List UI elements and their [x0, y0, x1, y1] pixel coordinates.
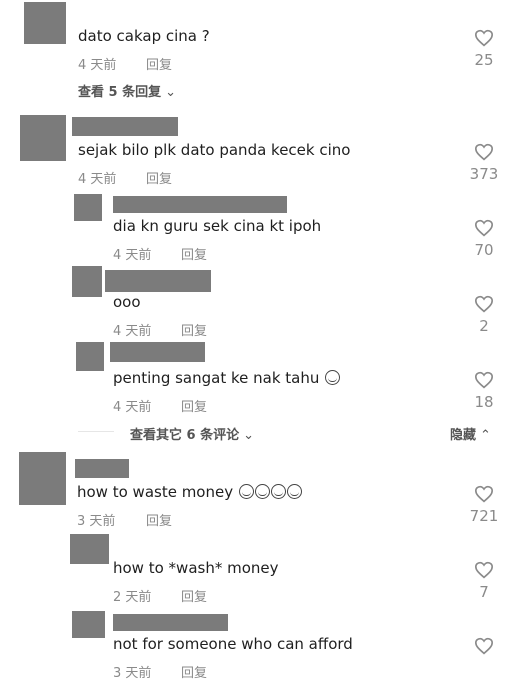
username-redacted[interactable] [75, 459, 129, 478]
chevron-up-icon: ⌃ [480, 428, 491, 443]
heart-outline-icon[interactable] [474, 561, 494, 579]
divider [78, 431, 114, 432]
chevron-down-icon: ⌄ [165, 85, 177, 100]
comment-time: 4 天前 [78, 58, 117, 73]
avatar-redacted[interactable] [20, 115, 66, 161]
avatar-redacted[interactable] [72, 611, 105, 638]
heart-outline-icon[interactable] [474, 295, 494, 313]
reply-text: penting sangat ke nak tahu [113, 369, 341, 387]
laughing-emoji-icon [238, 484, 254, 499]
heart-outline-icon[interactable] [474, 29, 494, 47]
like-count: 721 [469, 507, 499, 525]
username-redacted[interactable] [105, 270, 211, 292]
laughing-emoji-icon [325, 370, 341, 385]
reply-time: 4 天前 [113, 400, 152, 415]
comment-text-content: how to waste money [77, 483, 234, 501]
avatar-redacted[interactable] [70, 534, 109, 564]
comment-text: dato cakap cina ? [78, 27, 210, 45]
like-count: 70 [474, 241, 494, 259]
hide-replies-button[interactable]: 隐藏 ⌃ [450, 424, 491, 443]
comment-time: 4 天前 [78, 172, 117, 187]
like-count: 2 [479, 317, 489, 335]
heart-outline-icon[interactable] [474, 371, 494, 389]
reply-time: 4 天前 [113, 324, 152, 339]
username-redacted[interactable] [110, 342, 205, 362]
chevron-down-icon: ⌄ [243, 428, 255, 443]
reply-text: dia kn guru sek cina kt ipoh [113, 217, 322, 235]
reply-text: ooo [113, 293, 141, 311]
like-count: 7 [479, 583, 489, 601]
reply-button[interactable]: 回复 [146, 54, 172, 73]
hide-label: 隐藏 [450, 428, 477, 443]
comment-text: how to waste money [77, 483, 302, 501]
username-redacted[interactable] [113, 614, 228, 631]
avatar-redacted[interactable] [74, 194, 102, 221]
comment-time: 3 天前 [77, 514, 116, 529]
view-replies-button[interactable]: 查看 5 条回复 ⌄ [78, 81, 176, 100]
reply-text: not for someone who can afford [113, 635, 353, 653]
avatar-redacted[interactable] [24, 2, 66, 44]
reply-text: how to *wash* money [113, 559, 279, 577]
username-redacted[interactable] [72, 117, 178, 136]
reply-button[interactable]: 回复 [181, 244, 207, 263]
like-count: 373 [469, 165, 499, 183]
heart-outline-icon[interactable] [474, 485, 494, 503]
avatar-redacted[interactable] [19, 452, 66, 505]
comment-text: sejak bilo plk dato panda kecek cino [78, 141, 351, 159]
heart-outline-icon[interactable] [474, 143, 494, 161]
reply-time: 3 天前 [113, 666, 152, 681]
laughing-emoji-icon [286, 484, 302, 499]
username-redacted[interactable] [113, 196, 287, 213]
heart-outline-icon[interactable] [474, 637, 494, 655]
view-replies-label: 查看 5 条回复 [78, 85, 162, 100]
avatar-redacted[interactable] [72, 266, 102, 297]
reply-button[interactable]: 回复 [146, 168, 172, 187]
like-count: 18 [474, 393, 494, 411]
reply-time: 2 天前 [113, 590, 152, 605]
reply-button[interactable]: 回复 [146, 510, 172, 529]
view-more-comments-button[interactable]: 查看其它 6 条评论 ⌄ [130, 424, 254, 443]
like-count: 25 [474, 51, 494, 69]
reply-button[interactable]: 回复 [181, 396, 207, 415]
view-more-label: 查看其它 6 条评论 [130, 428, 240, 443]
laughing-emoji-icon [254, 484, 270, 499]
reply-time: 4 天前 [113, 248, 152, 263]
reply-text-content: penting sangat ke nak tahu [113, 369, 320, 387]
reply-button[interactable]: 回复 [181, 662, 207, 681]
avatar-redacted[interactable] [76, 342, 104, 371]
reply-button[interactable]: 回复 [181, 320, 207, 339]
reply-button[interactable]: 回复 [181, 586, 207, 605]
heart-outline-icon[interactable] [474, 219, 494, 237]
laughing-emoji-icon [270, 484, 286, 499]
